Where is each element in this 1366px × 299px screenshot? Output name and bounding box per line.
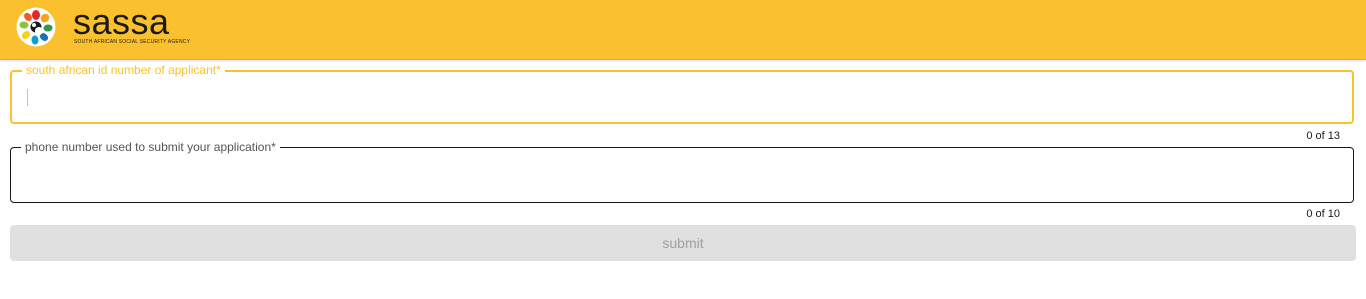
id-number-field[interactable]: south african id number of applicant* — [10, 63, 1354, 124]
brand-subtitle: SOUTH AFRICAN SOCIAL SECURITY AGENCY — [74, 39, 191, 45]
phone-number-label: phone number used to submit your applica… — [21, 140, 280, 154]
brand-name: sassa — [73, 1, 170, 42]
text-cursor — [27, 89, 28, 106]
phone-number-counter: 0 of 10 — [1306, 208, 1340, 220]
sassa-hands-emblem-icon — [16, 7, 56, 47]
phone-number-input[interactable] — [23, 158, 1333, 188]
submit-button[interactable]: submit — [10, 225, 1356, 261]
phone-number-field[interactable]: phone number used to submit your applica… — [10, 140, 1354, 203]
id-number-label: south african id number of applicant* — [22, 63, 225, 77]
id-number-counter: 0 of 13 — [1306, 130, 1340, 142]
id-number-input[interactable] — [24, 82, 1334, 112]
app-header: sassa SOUTH AFRICAN SOCIAL SECURITY AGEN… — [0, 0, 1366, 60]
